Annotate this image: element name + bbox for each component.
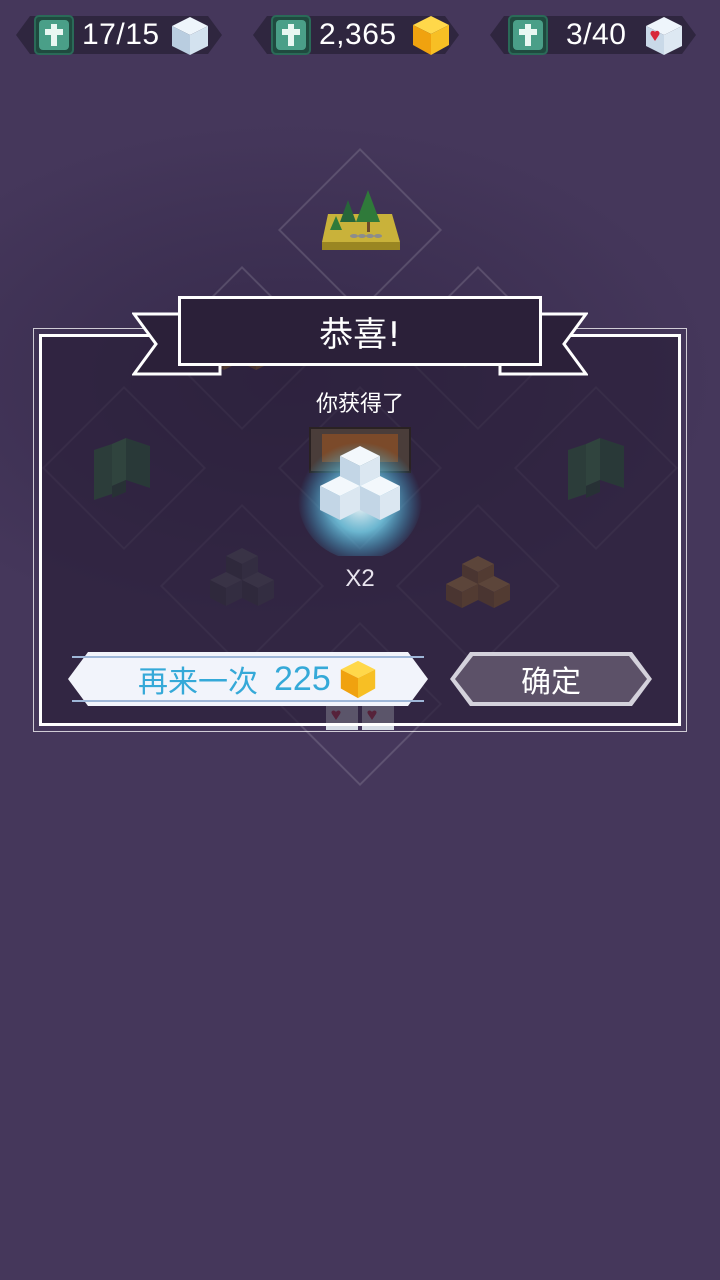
title-ribbon: 恭喜! (178, 296, 542, 366)
retry-button[interactable]: 再来一次 225 (68, 652, 428, 706)
retry-label: 再来一次 (138, 665, 258, 700)
reward-item (298, 427, 422, 556)
add-gold-button[interactable] (271, 15, 311, 55)
heart-cube-icon (646, 17, 682, 55)
gold-gem-icon (413, 16, 449, 55)
forest-tile-icon (322, 190, 400, 250)
reward-subtitle: 你获得了 (315, 392, 404, 417)
gold-resource-counter: 2,365 (247, 8, 465, 62)
ice-cube-icon (172, 17, 208, 55)
confirm-label: 确定 (521, 665, 581, 700)
confirm-button[interactable]: 确定 (455, 656, 647, 702)
add-heart-button[interactable] (508, 15, 548, 55)
ice-resource-counter: 17/15 (10, 8, 228, 62)
reward-quantity: X2 (345, 565, 375, 592)
heart-count: 3/40 (566, 18, 627, 51)
gold-gem-icon (337, 658, 379, 700)
plus-icon (39, 20, 69, 50)
gold-count: 2,365 (319, 18, 397, 51)
heart-resource-counter: 3/40 (484, 8, 702, 62)
retry-cost: 225 (274, 659, 331, 698)
plus-icon (276, 20, 306, 50)
ice-count: 17/15 (82, 18, 160, 51)
dialog-title: 恭喜! (319, 314, 401, 355)
add-ice-button[interactable] (34, 15, 74, 55)
plus-icon (513, 20, 543, 50)
